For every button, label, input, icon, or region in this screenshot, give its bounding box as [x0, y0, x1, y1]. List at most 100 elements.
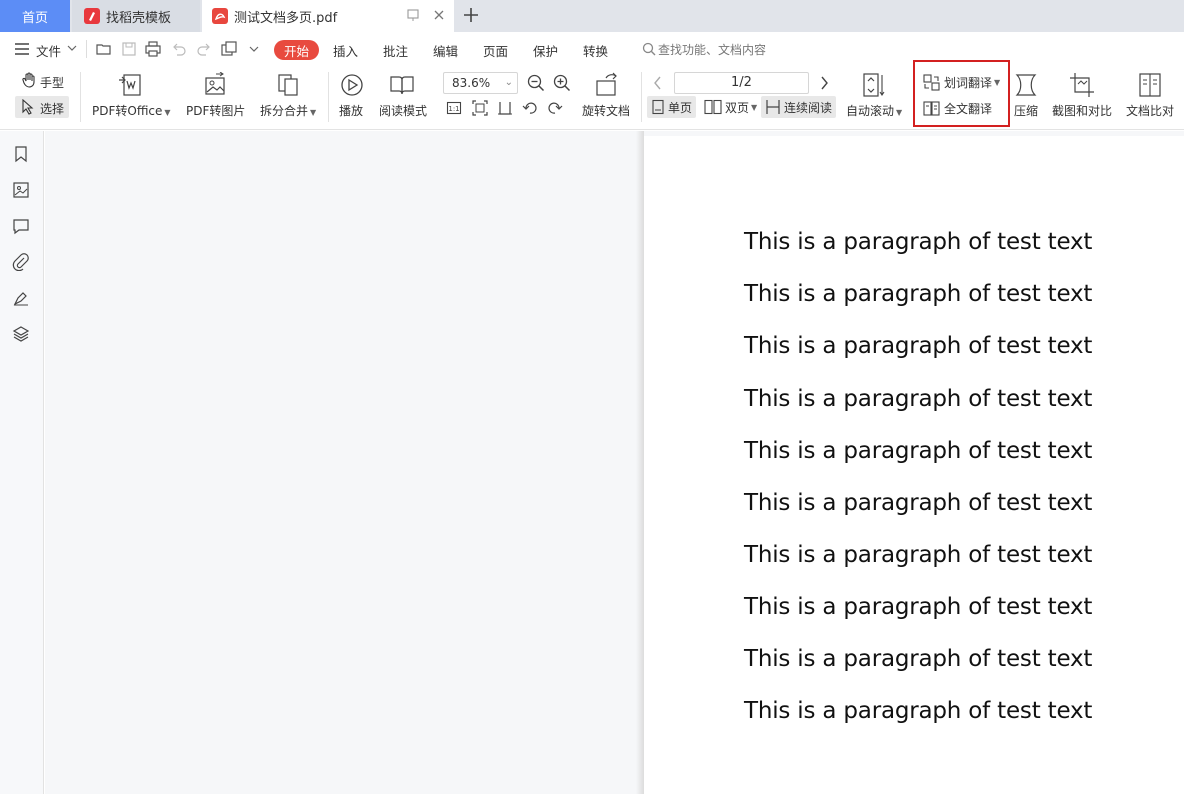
signature-icon[interactable] — [12, 289, 30, 307]
cursor-arrow-icon — [21, 99, 35, 115]
bookmark-icon[interactable] — [12, 145, 30, 163]
dropdown-caret-icon: ▼ — [164, 108, 171, 117]
single-page-label: 单页 — [668, 100, 693, 115]
paragraph: This is a paragraph of test text — [744, 698, 1093, 724]
fit-width-icon[interactable] — [497, 100, 513, 116]
new-tab-icon[interactable] — [462, 6, 480, 24]
auto-scroll-button[interactable]: 自动滚动 ▼ — [846, 102, 902, 119]
zoom-level-value: 83.6% — [452, 76, 491, 90]
tab-page[interactable]: 页面 — [483, 41, 508, 60]
document-compare-button[interactable]: 文档比对 — [1126, 102, 1174, 119]
split-merge-label: 拆分合并 — [260, 104, 309, 118]
zoom-out-icon[interactable] — [527, 74, 545, 92]
hamburger-menu-icon[interactable] — [14, 42, 30, 56]
rotate-left-icon[interactable] — [522, 100, 538, 116]
actual-size-icon[interactable]: 1:1 — [446, 100, 462, 116]
zoom-level-select[interactable]: 83.6% ⌄ — [443, 72, 518, 94]
tab-document[interactable]: 测试文档多页.pdf — [202, 0, 454, 32]
paragraph: This is a paragraph of test text — [744, 438, 1093, 464]
close-tab-icon[interactable] — [432, 8, 446, 22]
auto-scroll-label: 自动滚动 — [846, 104, 895, 118]
pdf-to-office-button[interactable]: PDF转Office ▼ — [92, 102, 171, 119]
pdf-to-office-icon[interactable] — [117, 72, 143, 98]
single-page-icon — [651, 99, 665, 115]
paragraph: This is a paragraph of test text — [744, 646, 1093, 672]
open-folder-icon[interactable] — [96, 41, 112, 57]
pdf-file-icon — [212, 8, 228, 24]
search-icon[interactable] — [642, 42, 656, 56]
next-page-icon[interactable] — [818, 75, 830, 91]
select-tool-label: 选择 — [40, 102, 65, 116]
screenshot-compare-button[interactable]: 截图和对比 — [1052, 102, 1112, 119]
thumbnail-icon[interactable] — [12, 181, 30, 199]
tab-template-label: 找稻壳模板 — [106, 10, 172, 26]
paragraph: This is a paragraph of test text — [744, 490, 1093, 516]
auto-scroll-icon[interactable] — [862, 72, 886, 98]
page-number-value: 1/2 — [731, 75, 752, 90]
save-icon[interactable] — [121, 41, 137, 57]
double-page-icon — [704, 99, 722, 115]
screenshot-compare-icon[interactable] — [1069, 72, 1095, 98]
double-page-button[interactable]: 双页 ▼ — [700, 96, 761, 118]
pdf-page[interactable]: This is a paragraph of test text This is… — [644, 136, 1184, 794]
select-tool-button[interactable]: 选择 — [15, 96, 69, 118]
quick-access-dropdown-icon[interactable] — [248, 44, 260, 54]
print-icon[interactable] — [145, 41, 161, 57]
redo-icon[interactable] — [196, 41, 212, 57]
paragraph: This is a paragraph of test text — [744, 542, 1093, 568]
split-merge-button[interactable]: 拆分合并 ▼ — [260, 102, 316, 119]
tab-protect[interactable]: 保护 — [533, 41, 558, 60]
play-button[interactable]: 播放 — [339, 102, 363, 119]
search-function-input[interactable]: 查找功能、文档内容 — [658, 41, 766, 58]
pdf-to-office-label: PDF转Office — [92, 104, 163, 118]
pdf-to-image-icon[interactable] — [202, 72, 228, 98]
play-icon[interactable] — [339, 72, 365, 98]
tab-document-label: 测试文档多页.pdf — [234, 10, 338, 26]
tab-home[interactable]: 首页 — [0, 0, 70, 32]
previous-page-icon[interactable] — [652, 75, 664, 91]
layers-icon[interactable] — [12, 325, 30, 343]
single-page-button[interactable]: 单页 — [647, 96, 697, 118]
read-mode-button[interactable]: 阅读模式 — [379, 102, 427, 119]
tab-home-label: 首页 — [21, 10, 48, 26]
attachment-icon[interactable] — [12, 253, 30, 271]
divider — [80, 72, 81, 122]
chevron-down-icon: ⌄ — [504, 77, 513, 88]
undo-icon[interactable] — [171, 41, 187, 57]
compress-icon[interactable] — [1014, 72, 1038, 98]
zoom-in-icon[interactable] — [553, 74, 571, 92]
rotate-document-icon[interactable] — [594, 72, 620, 98]
format-copy-icon[interactable] — [221, 41, 239, 57]
divider — [86, 40, 87, 58]
dropdown-caret-icon: ▼ — [310, 108, 317, 117]
rotate-document-button[interactable]: 旋转文档 — [582, 102, 630, 119]
split-merge-icon[interactable] — [275, 72, 301, 98]
chevron-down-icon[interactable] — [66, 43, 78, 53]
tab-start[interactable]: 开始 — [274, 40, 319, 60]
dropdown-caret-icon: ▼ — [751, 102, 758, 112]
tab-edit[interactable]: 编辑 — [433, 41, 458, 60]
compress-button[interactable]: 压缩 — [1014, 102, 1038, 119]
continuous-reading-button[interactable]: 连续阅读 — [761, 96, 837, 118]
hand-tool-icon[interactable] — [21, 72, 37, 88]
document-compare-icon[interactable] — [1138, 72, 1162, 98]
tab-convert[interactable]: 转换 — [583, 41, 608, 60]
continuous-reading-icon — [765, 99, 781, 115]
comment-icon[interactable] — [12, 217, 30, 235]
file-menu[interactable]: 文件 — [36, 41, 61, 60]
tab-template[interactable]: 找稻壳模板 — [72, 0, 200, 32]
page-number-input[interactable]: 1/2 — [674, 72, 809, 94]
pin-window-icon[interactable] — [406, 8, 420, 22]
hand-tool-button[interactable]: 手型 — [40, 74, 64, 91]
translate-highlight-box — [913, 60, 1010, 127]
double-page-label: 双页 — [725, 100, 750, 115]
tab-insert[interactable]: 插入 — [333, 41, 358, 60]
rotate-right-icon[interactable] — [547, 100, 563, 116]
pdf-to-image-button[interactable]: PDF转图片 — [186, 102, 245, 119]
fit-page-icon[interactable] — [472, 100, 488, 116]
paragraph: This is a paragraph of test text — [744, 333, 1093, 359]
divider — [328, 72, 329, 122]
continuous-reading-label: 连续阅读 — [784, 100, 833, 115]
tab-annotate[interactable]: 批注 — [383, 41, 408, 60]
read-mode-icon[interactable] — [389, 72, 415, 98]
